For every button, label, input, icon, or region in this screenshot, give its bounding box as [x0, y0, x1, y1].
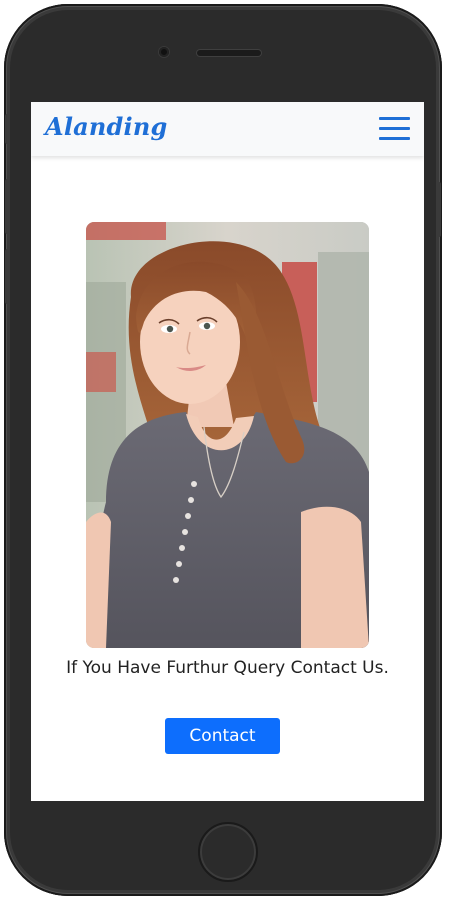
- front-camera-icon: [159, 47, 169, 57]
- contact-caption: If You Have Furthur Query Contact Us.: [66, 658, 389, 678]
- volume-up-button: [5, 179, 10, 234]
- earpiece-speaker: [197, 50, 261, 56]
- phone-screen: Alanding If You Have Furthur Query Conta…: [31, 102, 424, 801]
- profile-photo: [86, 222, 369, 648]
- hamburger-bar: [379, 117, 410, 120]
- power-button: [436, 182, 441, 237]
- brand-logo[interactable]: Alanding: [45, 112, 167, 141]
- contact-button[interactable]: Contact: [165, 718, 280, 754]
- phone-frame: Alanding If You Have Furthur Query Conta…: [4, 4, 442, 896]
- mute-switch: [5, 114, 10, 144]
- home-button: [198, 822, 258, 882]
- hamburger-bar: [379, 137, 410, 140]
- volume-down-button: [5, 249, 10, 304]
- hamburger-bar: [379, 127, 410, 130]
- navbar: Alanding: [31, 102, 424, 156]
- hamburger-menu-icon[interactable]: [379, 117, 410, 141]
